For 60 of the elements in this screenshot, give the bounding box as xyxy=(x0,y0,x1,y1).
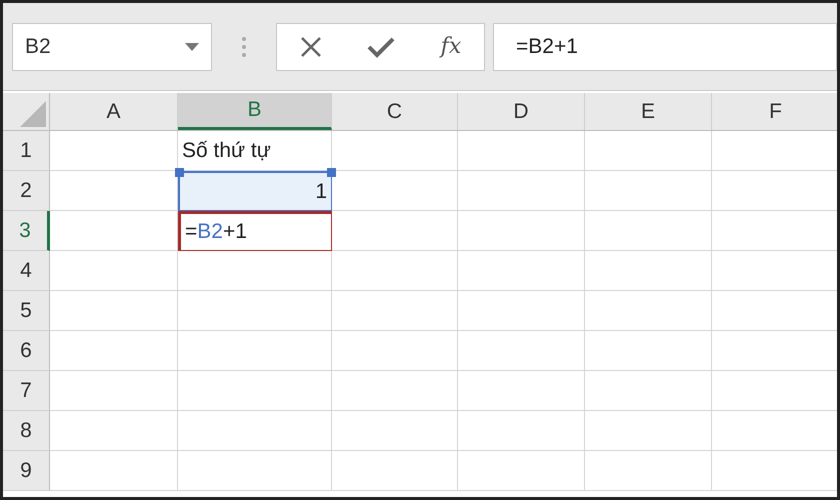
empty-cell[interactable] xyxy=(585,411,712,451)
column-header[interactable]: E xyxy=(585,93,712,130)
empty-cell[interactable] xyxy=(178,451,332,491)
empty-cell[interactable] xyxy=(458,371,585,411)
empty-cell[interactable] xyxy=(178,371,332,411)
column-header[interactable]: B xyxy=(178,93,332,130)
empty-cell[interactable] xyxy=(332,331,458,371)
cell-formula: =B2+1 xyxy=(185,219,247,246)
row-header[interactable]: 6 xyxy=(3,331,50,371)
checkmark-icon[interactable] xyxy=(367,36,396,58)
empty-cell[interactable] xyxy=(585,211,712,251)
row-header[interactable]: 9 xyxy=(3,451,50,491)
handle-icon[interactable] xyxy=(327,168,336,177)
empty-cell[interactable] xyxy=(585,171,712,211)
empty-cell[interactable] xyxy=(178,411,332,451)
empty-cell[interactable] xyxy=(585,291,712,331)
row-header[interactable]: 5 xyxy=(3,291,50,331)
empty-cell[interactable] xyxy=(332,211,458,251)
empty-cell[interactable] xyxy=(458,211,585,251)
row-header[interactable]: 4 xyxy=(3,251,50,291)
column-header[interactable]: F xyxy=(712,93,837,130)
column-header[interactable]: C xyxy=(332,93,458,130)
row-header[interactable]: 1 xyxy=(3,131,50,171)
empty-cell[interactable] xyxy=(458,291,585,331)
empty-cell[interactable] xyxy=(458,131,585,171)
caret-down-icon xyxy=(185,42,199,50)
row-header[interactable]: 3 xyxy=(3,211,50,251)
empty-cell[interactable] xyxy=(332,251,458,291)
empty-cell[interactable] xyxy=(332,451,458,491)
empty-cell[interactable] xyxy=(458,331,585,371)
triangle-icon xyxy=(20,101,46,127)
empty-cell[interactable] xyxy=(178,251,332,291)
empty-cell[interactable] xyxy=(585,371,712,411)
vertical-dots-icon xyxy=(242,36,246,56)
empty-cell[interactable] xyxy=(332,411,458,451)
empty-cell[interactable] xyxy=(178,331,332,371)
insert-function-button[interactable]: fx xyxy=(440,30,462,63)
column-header[interactable]: D xyxy=(458,93,585,130)
cell-text: Số thứ tự xyxy=(182,138,271,164)
empty-cell[interactable] xyxy=(458,451,585,491)
cell-text: 1 xyxy=(315,178,327,205)
row-header[interactable]: 2 xyxy=(3,171,50,211)
empty-cell[interactable] xyxy=(178,291,332,331)
empty-cell[interactable] xyxy=(332,291,458,331)
formula-input[interactable]: =B2+1 xyxy=(493,22,837,70)
empty-cell[interactable] xyxy=(458,251,585,291)
handle-icon[interactable] xyxy=(175,168,184,177)
name-box-value: B2 xyxy=(25,34,51,60)
row-header[interactable]: 8 xyxy=(3,411,50,451)
spreadsheet-cell[interactable]: =B2+1 xyxy=(178,211,332,251)
empty-cell[interactable] xyxy=(585,331,712,371)
name-box[interactable]: B2 xyxy=(12,22,212,70)
empty-cell[interactable] xyxy=(585,131,712,171)
empty-cell[interactable] xyxy=(332,371,458,411)
row-header[interactable]: 7 xyxy=(3,371,50,411)
empty-cell[interactable] xyxy=(458,411,585,451)
close-icon[interactable] xyxy=(300,36,322,58)
empty-cell[interactable] xyxy=(585,251,712,291)
empty-cell[interactable] xyxy=(458,171,585,211)
empty-cell[interactable] xyxy=(585,451,712,491)
